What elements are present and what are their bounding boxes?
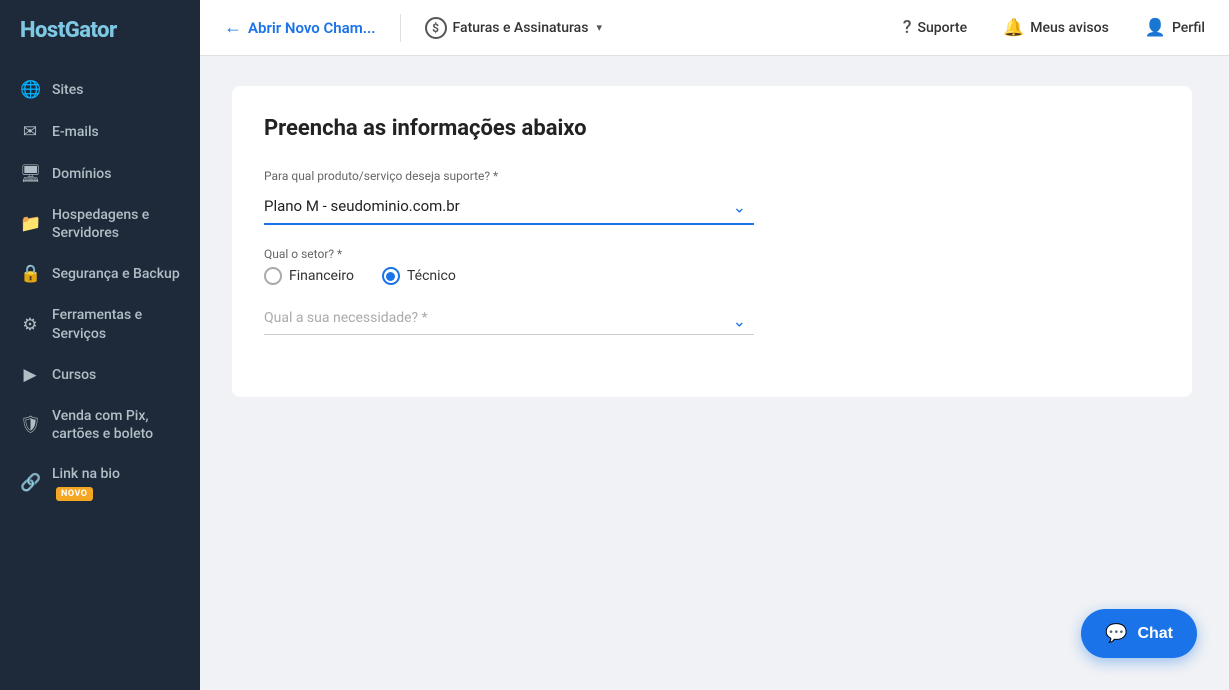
- lock-icon: 🔒: [20, 264, 40, 284]
- back-arrow-icon: ←: [224, 17, 242, 38]
- gear-icon: ⚙: [20, 315, 40, 335]
- suporte-button[interactable]: ? Suporte: [903, 17, 967, 38]
- avisos-label: Meus avisos: [1030, 20, 1109, 36]
- avisos-button[interactable]: 🔔 Meus avisos: [1003, 18, 1109, 38]
- radio-financeiro[interactable]: Financeiro: [264, 267, 354, 285]
- logo-text: HostGator: [20, 18, 117, 43]
- product-select[interactable]: Plano M - seudominio.com.br: [264, 189, 754, 225]
- sidebar-item-label: Cursos: [52, 366, 96, 384]
- email-icon: ✉: [20, 122, 40, 142]
- sidebar-item-cursos[interactable]: ▶ Cursos: [0, 354, 200, 396]
- main-area: ← Abrir Novo Cham... $ Faturas e Assinat…: [200, 0, 1229, 690]
- sidebar-item-label: Hospedagens e Servidores: [52, 206, 180, 242]
- chat-label: Chat: [1137, 625, 1173, 643]
- topbar: ← Abrir Novo Cham... $ Faturas e Assinat…: [200, 0, 1229, 56]
- sidebar-item-hospedagens[interactable]: 📁 Hospedagens e Servidores: [0, 195, 200, 253]
- need-placeholder: Qual a sua necessidade? *: [264, 310, 428, 326]
- sidebar-item-dominios[interactable]: 🖥 Domínios: [0, 153, 200, 195]
- main-content: Preencha as informações abaixo Para qual…: [200, 56, 1229, 690]
- topbar-divider: [400, 14, 401, 42]
- radio-tecnico[interactable]: Técnico: [382, 267, 456, 285]
- sidebar-nav: 🌐 Sites ✉ E-mails 🖥 Domínios 📁 Hospedage…: [0, 61, 200, 690]
- faturas-label: Faturas e Assinaturas: [453, 20, 589, 36]
- faturas-menu[interactable]: $ Faturas e Assinaturas ▾: [425, 17, 602, 39]
- question-icon: ?: [903, 17, 912, 38]
- sidebar-item-ferramentas[interactable]: ⚙ Ferramentas e Serviços: [0, 295, 200, 353]
- sector-label: Qual o setor? *: [264, 247, 1160, 261]
- sidebar-item-label: Domínios: [52, 165, 111, 183]
- play-icon: ▶: [20, 365, 40, 385]
- product-group: Para qual produto/serviço deseja suporte…: [264, 169, 1160, 225]
- perfil-label: Perfil: [1172, 20, 1205, 36]
- chevron-down-icon: ⌄: [733, 311, 746, 330]
- suporte-label: Suporte: [918, 20, 968, 36]
- sidebar-item-label: Segurança e Backup: [52, 265, 180, 283]
- monitor-icon: 🖥: [20, 164, 40, 184]
- radio-circle-tecnico: [382, 267, 400, 285]
- product-select-wrapper: Plano M - seudominio.com.br ⌄: [264, 189, 754, 225]
- sidebar-item-venda[interactable]: 🛡 Venda com Pix, cartões e boleto: [0, 396, 200, 454]
- logo: HostGator: [0, 0, 200, 61]
- bell-icon: 🔔: [1003, 18, 1024, 38]
- chat-bubble-icon: 💬: [1105, 623, 1127, 644]
- sector-group: Qual o setor? * Financeiro Técnico: [264, 247, 1160, 285]
- sidebar-item-sites[interactable]: 🌐 Sites: [0, 69, 200, 111]
- form-title: Preencha as informações abaixo: [264, 116, 1160, 141]
- shield-icon: 🛡: [20, 415, 40, 435]
- need-group: Qual a sua necessidade? * ⌄: [264, 307, 1160, 335]
- user-icon: 👤: [1145, 18, 1166, 38]
- globe-icon: 🌐: [20, 80, 40, 100]
- back-label: Abrir Novo Cham...: [248, 19, 376, 37]
- sidebar-item-label: Venda com Pix, cartões e boleto: [52, 407, 180, 443]
- product-label: Para qual produto/serviço deseja suporte…: [264, 169, 1160, 183]
- sidebar-item-emails[interactable]: ✉ E-mails: [0, 111, 200, 153]
- sidebar: HostGator 🌐 Sites ✉ E-mails 🖥 Domínios 📁…: [0, 0, 200, 690]
- sidebar-item-label: Link na bio NOVO: [52, 465, 120, 501]
- sector-radio-group: Financeiro Técnico: [264, 267, 1160, 285]
- sidebar-item-linkbio[interactable]: 🔗 Link na bio NOVO: [0, 454, 200, 512]
- radio-label-tecnico: Técnico: [407, 268, 456, 284]
- sidebar-item-label: E-mails: [52, 123, 99, 141]
- sidebar-item-label: Sites: [52, 81, 83, 99]
- chevron-down-icon: ▾: [596, 21, 602, 34]
- novo-badge: NOVO: [56, 487, 93, 501]
- link-icon: 🔗: [20, 473, 40, 493]
- radio-circle-financeiro: [264, 267, 282, 285]
- sidebar-item-seguranca[interactable]: 🔒 Segurança e Backup: [0, 253, 200, 295]
- chat-button[interactable]: 💬 Chat: [1081, 609, 1197, 658]
- sidebar-item-label: Ferramentas e Serviços: [52, 306, 180, 342]
- need-select-wrapper: Qual a sua necessidade? * ⌄: [264, 307, 754, 335]
- dollar-icon: $: [425, 17, 447, 39]
- form-card: Preencha as informações abaixo Para qual…: [232, 86, 1192, 397]
- perfil-button[interactable]: 👤 Perfil: [1145, 18, 1205, 38]
- radio-label-financeiro: Financeiro: [289, 268, 354, 284]
- back-button[interactable]: ← Abrir Novo Cham...: [224, 17, 376, 38]
- folder-icon: 📁: [20, 214, 40, 234]
